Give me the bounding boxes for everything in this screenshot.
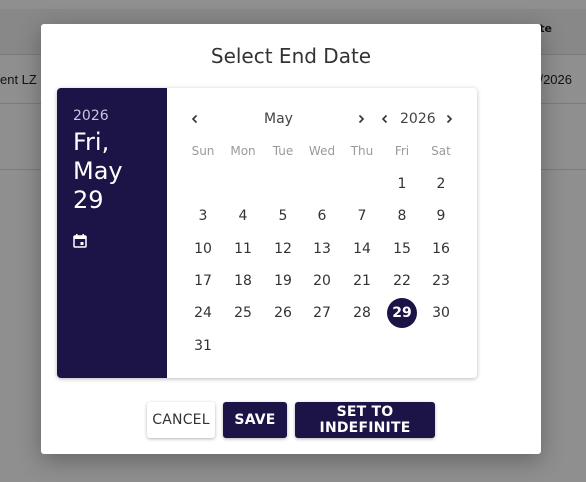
day-cell[interactable]: 22 [387,266,417,296]
weekday-label-thu: Thu [350,144,374,158]
select-end-date-dialog: Select End Date 2026 Fri, May 29 May 202… [41,24,541,454]
day-cell[interactable]: 21 [347,266,377,296]
weekday-label-sat: Sat [431,144,451,158]
current-year-label: 2026 [400,111,436,127]
calendar-icon[interactable] [73,233,89,249]
day-cell[interactable]: 3 [188,201,218,231]
weekday-label-tue: Tue [272,144,294,158]
day-cell[interactable]: 12 [268,234,298,264]
date-picker: 2026 Fri, May 29 May 2026 Sun Mon Tue We… [57,88,477,378]
day-cell[interactable]: 17 [188,266,218,296]
selected-weekday: Fri, [73,128,110,156]
day-cell[interactable]: 25 [228,298,258,328]
day-cell[interactable]: 26 [268,298,298,328]
date-picker-header: 2026 Fri, May 29 [57,88,167,378]
day-cell[interactable]: 4 [228,201,258,231]
weekday-label-sun: Sun [191,144,215,158]
chevron-right-icon [446,114,453,124]
day-cell[interactable]: 9 [426,201,456,231]
day-cell[interactable]: 13 [307,234,337,264]
day-cell[interactable]: 7 [347,201,377,231]
day-cell[interactable]: 1 [387,169,417,199]
dialog-title: Select End Date [210,44,372,68]
selected-day: 29 [73,186,104,214]
day-cell[interactable]: 2 [426,169,456,199]
weekday-label-wed: Wed [308,144,336,158]
day-cell[interactable]: 15 [387,234,417,264]
day-cell-selected[interactable]: 29 [387,298,417,329]
current-month-label: May [264,111,293,127]
day-cell[interactable]: 30 [426,298,456,328]
day-cell[interactable]: 11 [228,234,258,264]
chevron-right-icon [358,114,365,124]
day-cell[interactable]: 18 [228,266,258,296]
next-month-button[interactable] [352,110,370,128]
day-cell[interactable]: 19 [268,266,298,296]
day-cell[interactable]: 6 [307,201,337,231]
selected-month: May [73,157,123,185]
save-button[interactable]: SAVE [223,402,287,438]
selected-year[interactable]: 2026 [73,108,167,124]
day-cell[interactable]: 10 [188,234,218,264]
day-cell[interactable]: 14 [347,234,377,264]
day-cell[interactable]: 20 [307,266,337,296]
day-cell[interactable]: 27 [307,298,337,328]
day-cell[interactable]: 8 [387,201,417,231]
day-cell[interactable]: 28 [347,298,377,328]
chevron-left-icon [381,114,388,124]
day-cell[interactable]: 5 [268,201,298,231]
weekday-label-fri: Fri [394,144,410,158]
dialog-actions: CANCEL SAVE SET TO INDEFINITE [41,402,541,438]
day-cell[interactable]: 23 [426,266,456,296]
chevron-left-icon [191,114,198,124]
selected-date: Fri, May 29 [73,128,167,215]
next-year-button[interactable] [440,110,458,128]
day-cell[interactable]: 24 [188,298,218,328]
weekday-label-mon: Mon [230,144,256,158]
calendar-grid: May 2026 Sun Mon Tue Wed Thu Fri Sat 123456789… [167,88,477,378]
prev-year-button[interactable] [376,110,394,128]
set-to-indefinite-button[interactable]: SET TO INDEFINITE [295,402,435,438]
day-cell[interactable]: 16 [426,234,456,264]
prev-month-button[interactable] [186,110,204,128]
cancel-button[interactable]: CANCEL [147,402,215,438]
day-cell[interactable]: 31 [188,331,218,361]
